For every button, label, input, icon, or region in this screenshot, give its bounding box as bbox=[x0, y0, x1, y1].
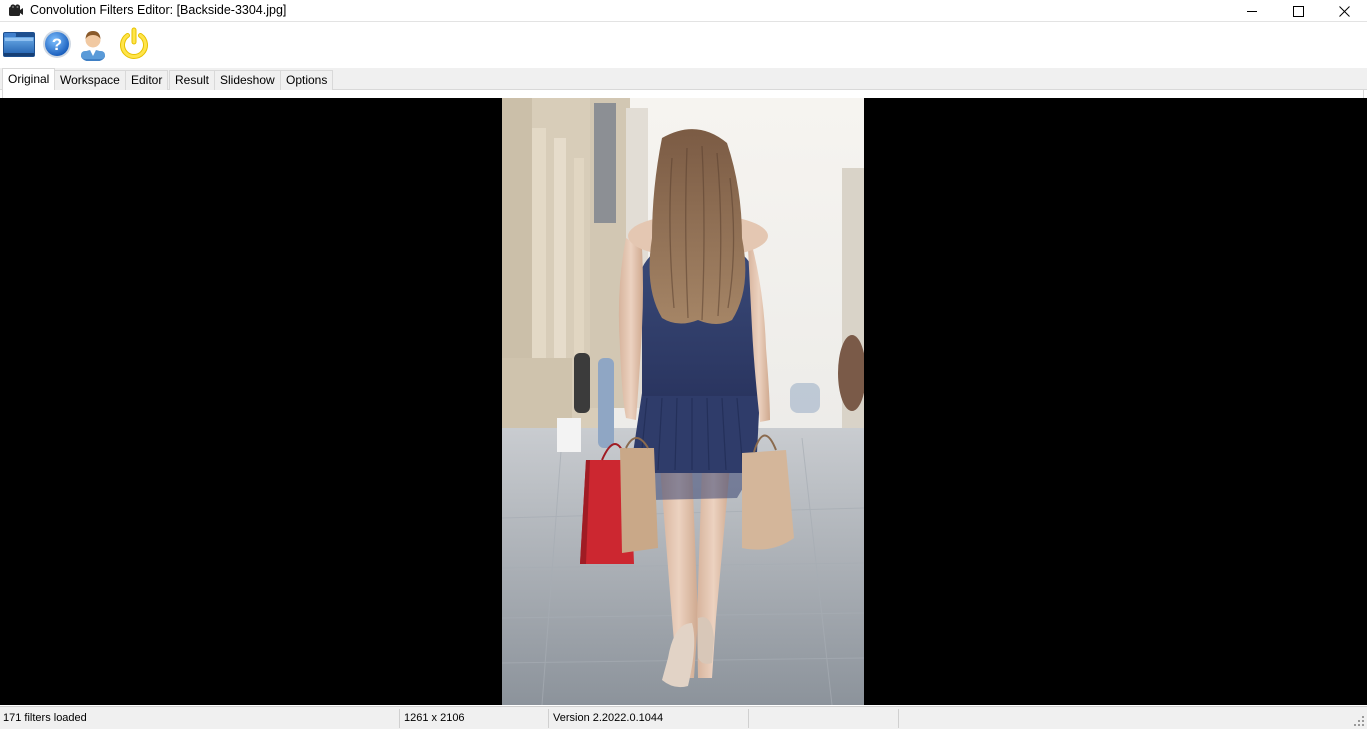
tab-editor[interactable]: Editor bbox=[125, 70, 169, 90]
tab-options[interactable]: Options bbox=[280, 70, 334, 90]
minimize-icon bbox=[1247, 11, 1257, 12]
tab-workspace[interactable]: Workspace bbox=[54, 70, 126, 90]
status-bar: 171 filters loaded 1261 x 2106 Version 2… bbox=[0, 706, 1367, 729]
user-icon bbox=[81, 31, 105, 61]
tab-panel-border bbox=[2, 90, 1364, 98]
maximize-icon bbox=[1292, 5, 1304, 17]
help-icon: ? bbox=[43, 30, 71, 58]
original-image bbox=[502, 98, 864, 705]
maximize-button[interactable] bbox=[1275, 0, 1321, 22]
close-icon bbox=[1338, 5, 1350, 17]
status-filters: 171 filters loaded bbox=[0, 709, 400, 728]
window-title: Convolution Filters Editor: [Backside-33… bbox=[30, 3, 287, 17]
status-extra-2 bbox=[900, 709, 1350, 728]
close-button[interactable] bbox=[1321, 0, 1367, 22]
toolbar: ? bbox=[0, 22, 1367, 68]
status-extra-1 bbox=[750, 709, 899, 728]
power-icon bbox=[120, 27, 148, 59]
about-button[interactable] bbox=[75, 26, 111, 62]
tab-original[interactable]: Original bbox=[2, 68, 56, 90]
status-dimensions: 1261 x 2106 bbox=[401, 709, 549, 728]
tab-result[interactable]: Result bbox=[169, 70, 216, 90]
status-version: Version 2.2022.0.1044 bbox=[550, 709, 749, 728]
folder-icon bbox=[3, 32, 35, 57]
app-icon[interactable] bbox=[8, 3, 24, 19]
svg-text:?: ? bbox=[52, 35, 62, 54]
tab-slideshow[interactable]: Slideshow bbox=[214, 70, 281, 90]
minimize-button[interactable] bbox=[1229, 0, 1275, 22]
help-button[interactable]: ? bbox=[39, 26, 75, 62]
resize-grip-icon[interactable] bbox=[1353, 715, 1365, 727]
exit-button[interactable] bbox=[116, 26, 152, 62]
open-folder-button[interactable] bbox=[1, 26, 37, 62]
image-viewer[interactable] bbox=[0, 98, 1367, 705]
tab-strip: Original Workspace Editor Result Slidesh… bbox=[0, 68, 1367, 90]
title-bar: Convolution Filters Editor: [Backside-33… bbox=[0, 0, 1367, 22]
